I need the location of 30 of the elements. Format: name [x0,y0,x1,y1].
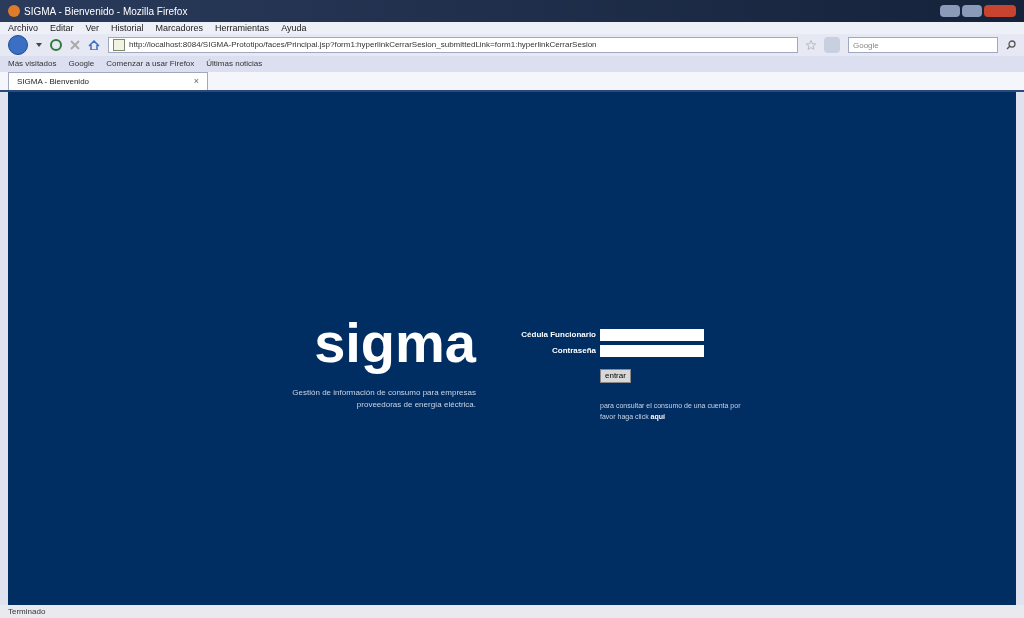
input-field[interactable] [600,345,704,357]
bookmark-link[interactable]: Más visitados [8,58,57,70]
menu-item[interactable]: Marcadores [155,23,204,33]
window-title: SIGMA - Bienvenido - Mozilla Firefox [24,4,188,19]
browser-tab[interactable]: SIGMA - Bienvenido × [8,72,208,90]
menu-item[interactable]: Archivo [8,23,38,33]
bookmark-link[interactable]: Últimas noticias [206,58,263,70]
field-label: Contraseña [551,345,596,357]
stop-icon[interactable] [70,40,80,50]
caret-icon[interactable] [36,43,42,47]
menu-item[interactable]: Editar [50,23,74,33]
menu-item[interactable]: Ayuda [281,23,307,33]
address-field[interactable]: http://localhost:8084/SIGMA-Prototipo/faces/Principal.jsp?form1:hyperlinkCerrarSesion_submittedLink=form1:hyperlinkCerrarSesion [108,37,798,53]
tagline: Gestión de información de consumo para empresas proveedoras de energía eléctrica. [291,387,476,411]
search-icon[interactable] [1006,40,1016,50]
star-icon[interactable] [806,40,816,50]
search-field[interactable]: Google [848,37,998,53]
field-label: Cédula Funcionario [520,329,596,341]
tab-close-button[interactable]: × [193,74,199,89]
status-text: Terminado [8,605,46,618]
menu-item[interactable]: Ver [85,23,100,33]
menu-item[interactable]: Historial [111,23,144,33]
bookmark-link[interactable]: Google [68,58,95,70]
input-field[interactable] [600,329,704,341]
login-button[interactable]: entrar [600,369,631,383]
bookmark-link[interactable]: Comenzar a usar Firefox [106,58,195,70]
reload-icon[interactable] [50,39,62,51]
menu-item[interactable]: Herramientas [215,23,270,33]
home-icon[interactable] [88,40,100,50]
page-icon [113,39,125,51]
